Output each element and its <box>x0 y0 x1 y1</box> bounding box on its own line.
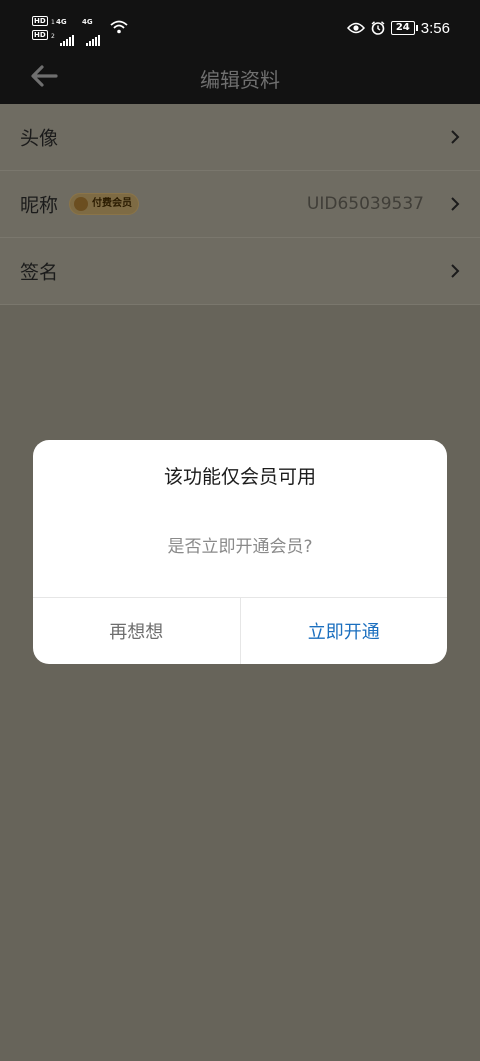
eye-icon <box>346 22 365 34</box>
sim1-digit: 1 <box>51 19 55 26</box>
network-type-2: 4G <box>82 18 93 26</box>
paid-member-badge: 付费会员 <box>69 193 139 215</box>
network-type-1: 4G <box>56 18 67 26</box>
profile-list: 头像 昵称 付费会员 UID65039537 签名 <box>0 104 480 305</box>
page-title: 编辑资料 <box>200 68 280 92</box>
sim2-digit: 2 <box>51 33 55 40</box>
signature-row-label: 签名 <box>20 261 59 284</box>
chevron-right-icon <box>451 197 460 211</box>
dialog-title: 该功能仅会员可用 <box>163 466 316 488</box>
member-only-dialog: 该功能仅会员可用 是否立即开通会员? 再想想 立即开通 <box>33 440 447 664</box>
clock: 3:56 <box>420 19 450 37</box>
hd-icon-1: HD <box>32 16 48 26</box>
dialog-button-bar: 再想想 立即开通 <box>33 597 447 664</box>
dialog-message: 是否立即开通会员? <box>167 537 313 557</box>
think-again-button[interactable]: 再想想 <box>33 598 241 664</box>
status-bar: HD 1 HD 2 4G 4G 24 3:56 <box>0 0 480 52</box>
activate-now-button[interactable]: 立即开通 <box>241 598 448 664</box>
status-right: 24 3:56 <box>346 18 450 38</box>
signature-row[interactable]: 签名 <box>0 238 480 305</box>
nickname-row[interactable]: 昵称 付费会员 UID65039537 <box>0 171 480 238</box>
nickname-row-label: 昵称 <box>20 194 59 217</box>
member-crown-icon <box>74 197 88 211</box>
wifi-icon <box>110 20 128 34</box>
avatar-row[interactable]: 头像 <box>0 104 480 171</box>
chevron-right-icon <box>451 130 460 144</box>
battery-icon: 24 <box>390 21 418 35</box>
chevron-right-icon <box>451 264 460 278</box>
user-id: UID65039537 <box>306 194 424 214</box>
alarm-icon <box>371 21 385 35</box>
avatar-row-label: 头像 <box>20 127 59 150</box>
hd-icon-2: HD <box>32 30 48 40</box>
app-toolbar: 编辑资料 <box>0 52 480 104</box>
paid-member-badge-text: 付费会员 <box>92 198 132 209</box>
